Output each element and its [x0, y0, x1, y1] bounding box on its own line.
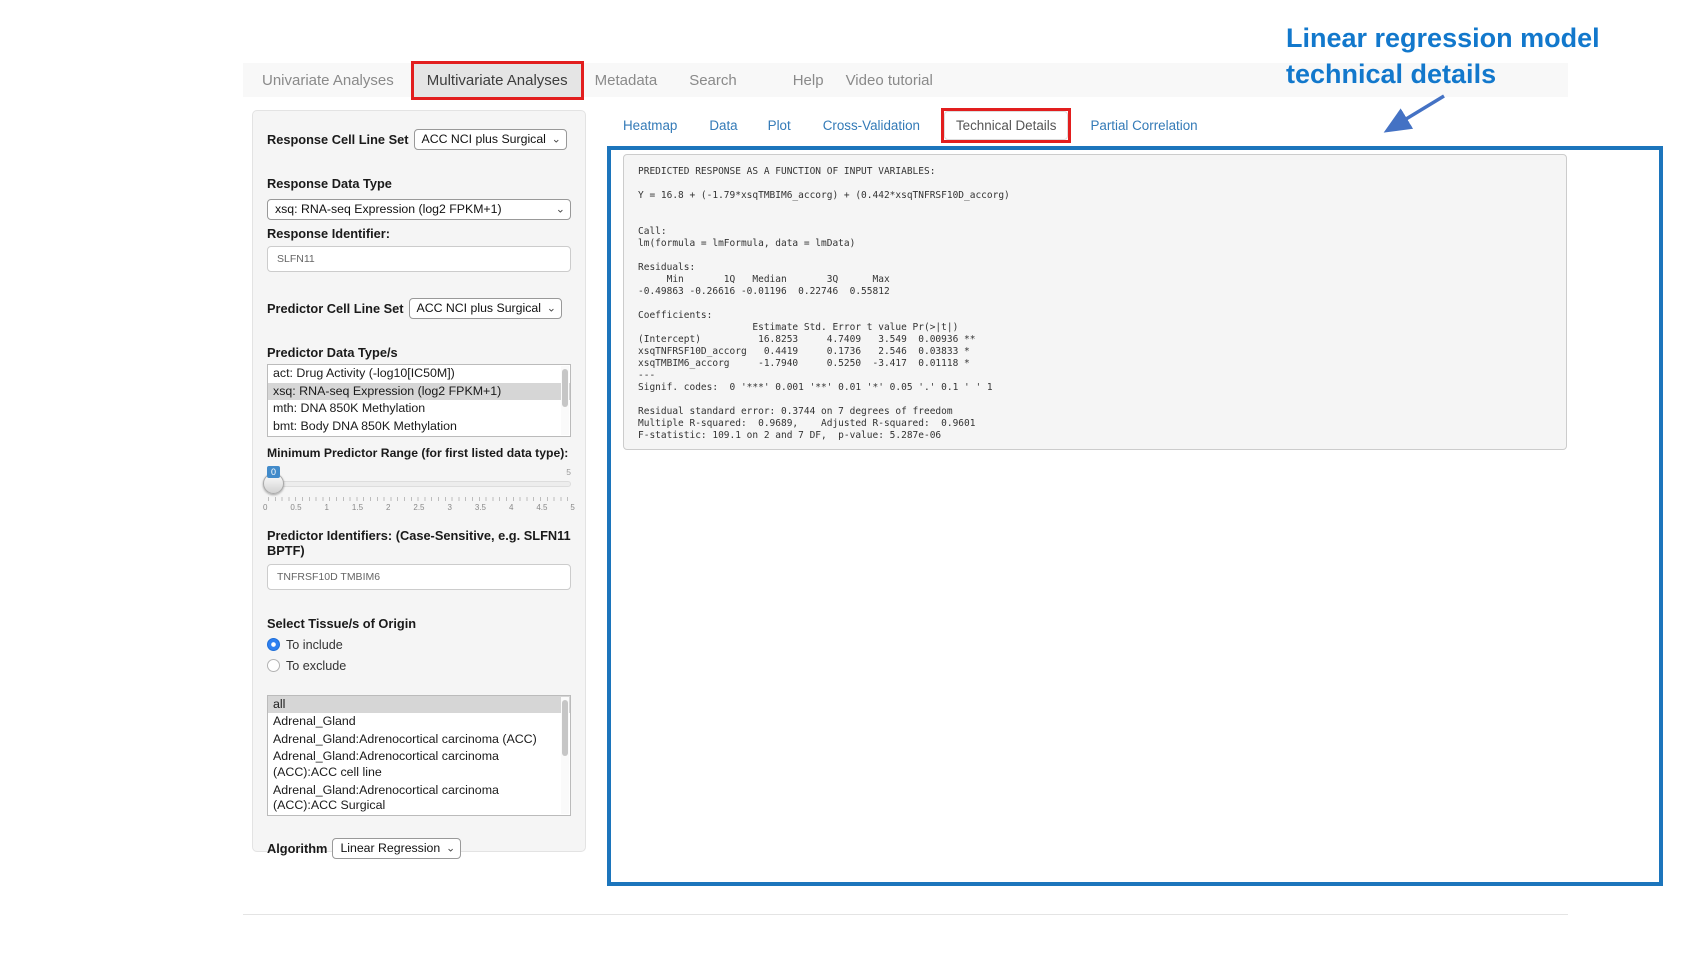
- nav-item-search[interactable]: Search: [682, 65, 744, 96]
- algorithm-select[interactable]: Linear Regression ⌄: [332, 838, 461, 859]
- chevron-down-icon: ⌄: [552, 133, 561, 146]
- predictor-cell-line-set-row: Predictor Cell Line Set ACC NCI plus Sur…: [267, 298, 571, 319]
- tissue-include-radio-row: To include: [267, 638, 571, 652]
- min-predictor-range-slider: 0 5 00.511.522.533.544.55: [267, 466, 571, 514]
- radio-to-exclude-label: To exclude: [286, 659, 346, 673]
- radio-to-include[interactable]: [267, 638, 280, 651]
- list-item[interactable]: Adrenal_Gland:Adrenocortical carcinoma (…: [268, 782, 570, 815]
- scrollbar-thumb[interactable]: [562, 700, 568, 756]
- response-identifier-label: Response Identifier:: [267, 226, 571, 241]
- nav-item-metadata[interactable]: Metadata: [588, 65, 665, 96]
- footer-divider: [243, 914, 1568, 915]
- technical-details-panel: PREDICTED RESPONSE AS A FUNCTION OF INPU…: [607, 146, 1663, 886]
- scrollbar-thumb[interactable]: [562, 369, 568, 407]
- list-item-selected[interactable]: all: [268, 696, 570, 714]
- tab-heatmap[interactable]: Heatmap: [612, 112, 688, 139]
- predictor-cell-line-set-label: Predictor Cell Line Set: [267, 301, 404, 316]
- nav-item-help[interactable]: Help: [786, 65, 831, 96]
- response-identifier-input[interactable]: SLFN11: [267, 246, 571, 272]
- tab-technical-details-highlight: Technical Details: [941, 108, 1071, 143]
- response-cell-line-set-row: Response Cell Line Set ACC NCI plus Surg…: [267, 129, 571, 150]
- radio-to-include-label: To include: [286, 638, 343, 652]
- result-tabs: Heatmap Data Plot Cross-Validation Techn…: [612, 108, 1209, 143]
- response-data-type-label: Response Data Type: [267, 176, 571, 191]
- algorithm-label: Algorithm: [267, 841, 327, 856]
- scrollbar-track[interactable]: [561, 697, 569, 814]
- list-item[interactable]: mth: DNA 850K Methylation: [268, 400, 570, 418]
- lm-output-console: PREDICTED RESPONSE AS A FUNCTION OF INPU…: [623, 154, 1567, 450]
- response-cell-line-set-label: Response Cell Line Set: [267, 132, 409, 147]
- tissue-exclude-radio-row: To exclude: [267, 659, 571, 673]
- tab-cross-validation[interactable]: Cross-Validation: [812, 112, 931, 139]
- response-data-type-select[interactable]: xsq: RNA-seq Expression (log2 FPKM+1) ⌄: [267, 199, 571, 220]
- predictor-data-types-label: Predictor Data Type/s: [267, 345, 571, 360]
- list-item[interactable]: Adrenal_Gland:Adrenocortical carcinoma (…: [268, 748, 570, 781]
- slider-ticks: [268, 497, 570, 501]
- response-cell-line-set-select[interactable]: ACC NCI plus Surgical ⌄: [414, 129, 567, 150]
- radio-to-exclude[interactable]: [267, 659, 280, 672]
- list-item-selected[interactable]: xsq: RNA-seq Expression (log2 FPKM+1): [268, 383, 570, 401]
- slider-track[interactable]: [267, 481, 571, 487]
- chevron-down-icon: ⌄: [556, 203, 565, 216]
- slider-tick-labels: 00.511.522.533.544.55: [263, 503, 575, 512]
- tab-technical-details[interactable]: Technical Details: [944, 111, 1068, 140]
- annotation-callout: Linear regression model technical detail…: [1286, 20, 1600, 93]
- list-item[interactable]: Adrenal_Gland:Adrenocortical carcinoma (…: [268, 731, 570, 749]
- controls-sidebar: Response Cell Line Set ACC NCI plus Surg…: [252, 110, 586, 852]
- tab-plot[interactable]: Plot: [757, 112, 802, 139]
- predictor-identifiers-input[interactable]: TNFRSF10D TMBIM6: [267, 564, 571, 590]
- list-item[interactable]: act: Drug Activity (-log10[IC50M]): [268, 365, 570, 383]
- predictor-identifiers-label: Predictor Identifiers: (Case-Sensitive, …: [267, 528, 571, 558]
- nav-item-multivariate-analyses[interactable]: Multivariate Analyses: [411, 61, 584, 100]
- tab-data[interactable]: Data: [698, 112, 748, 139]
- list-item[interactable]: bmt: Body DNA 850K Methylation: [268, 418, 570, 436]
- slider-value-badge: 0: [267, 466, 280, 478]
- tissue-origin-label: Select Tissue/s of Origin: [267, 616, 571, 631]
- list-item[interactable]: Adrenal_Gland: [268, 713, 570, 731]
- algorithm-row: Algorithm Linear Regression ⌄: [267, 838, 571, 859]
- slider-max-label: 5: [566, 467, 571, 477]
- annotation-line-1: Linear regression model: [1286, 20, 1600, 56]
- scrollbar-track[interactable]: [561, 366, 569, 435]
- nav-item-video-tutorial[interactable]: Video tutorial: [839, 65, 940, 96]
- predictor-data-types-list: act: Drug Activity (-log10[IC50M]) xsq: …: [267, 364, 571, 437]
- nav-item-univariate-analyses[interactable]: Univariate Analyses: [255, 65, 401, 96]
- min-predictor-range-label: Minimum Predictor Range (for first liste…: [267, 446, 571, 460]
- tissue-origin-list: all Adrenal_Gland Adrenal_Gland:Adrenoco…: [267, 695, 571, 816]
- chevron-down-icon: ⌄: [547, 302, 556, 315]
- app-page: Univariate Analyses Multivariate Analyse…: [0, 0, 1700, 956]
- chevron-down-icon: ⌄: [446, 842, 455, 855]
- annotation-arrow-icon: [1368, 88, 1458, 144]
- tab-partial-correlation[interactable]: Partial Correlation: [1079, 112, 1208, 139]
- predictor-cell-line-set-select[interactable]: ACC NCI plus Surgical ⌄: [409, 298, 562, 319]
